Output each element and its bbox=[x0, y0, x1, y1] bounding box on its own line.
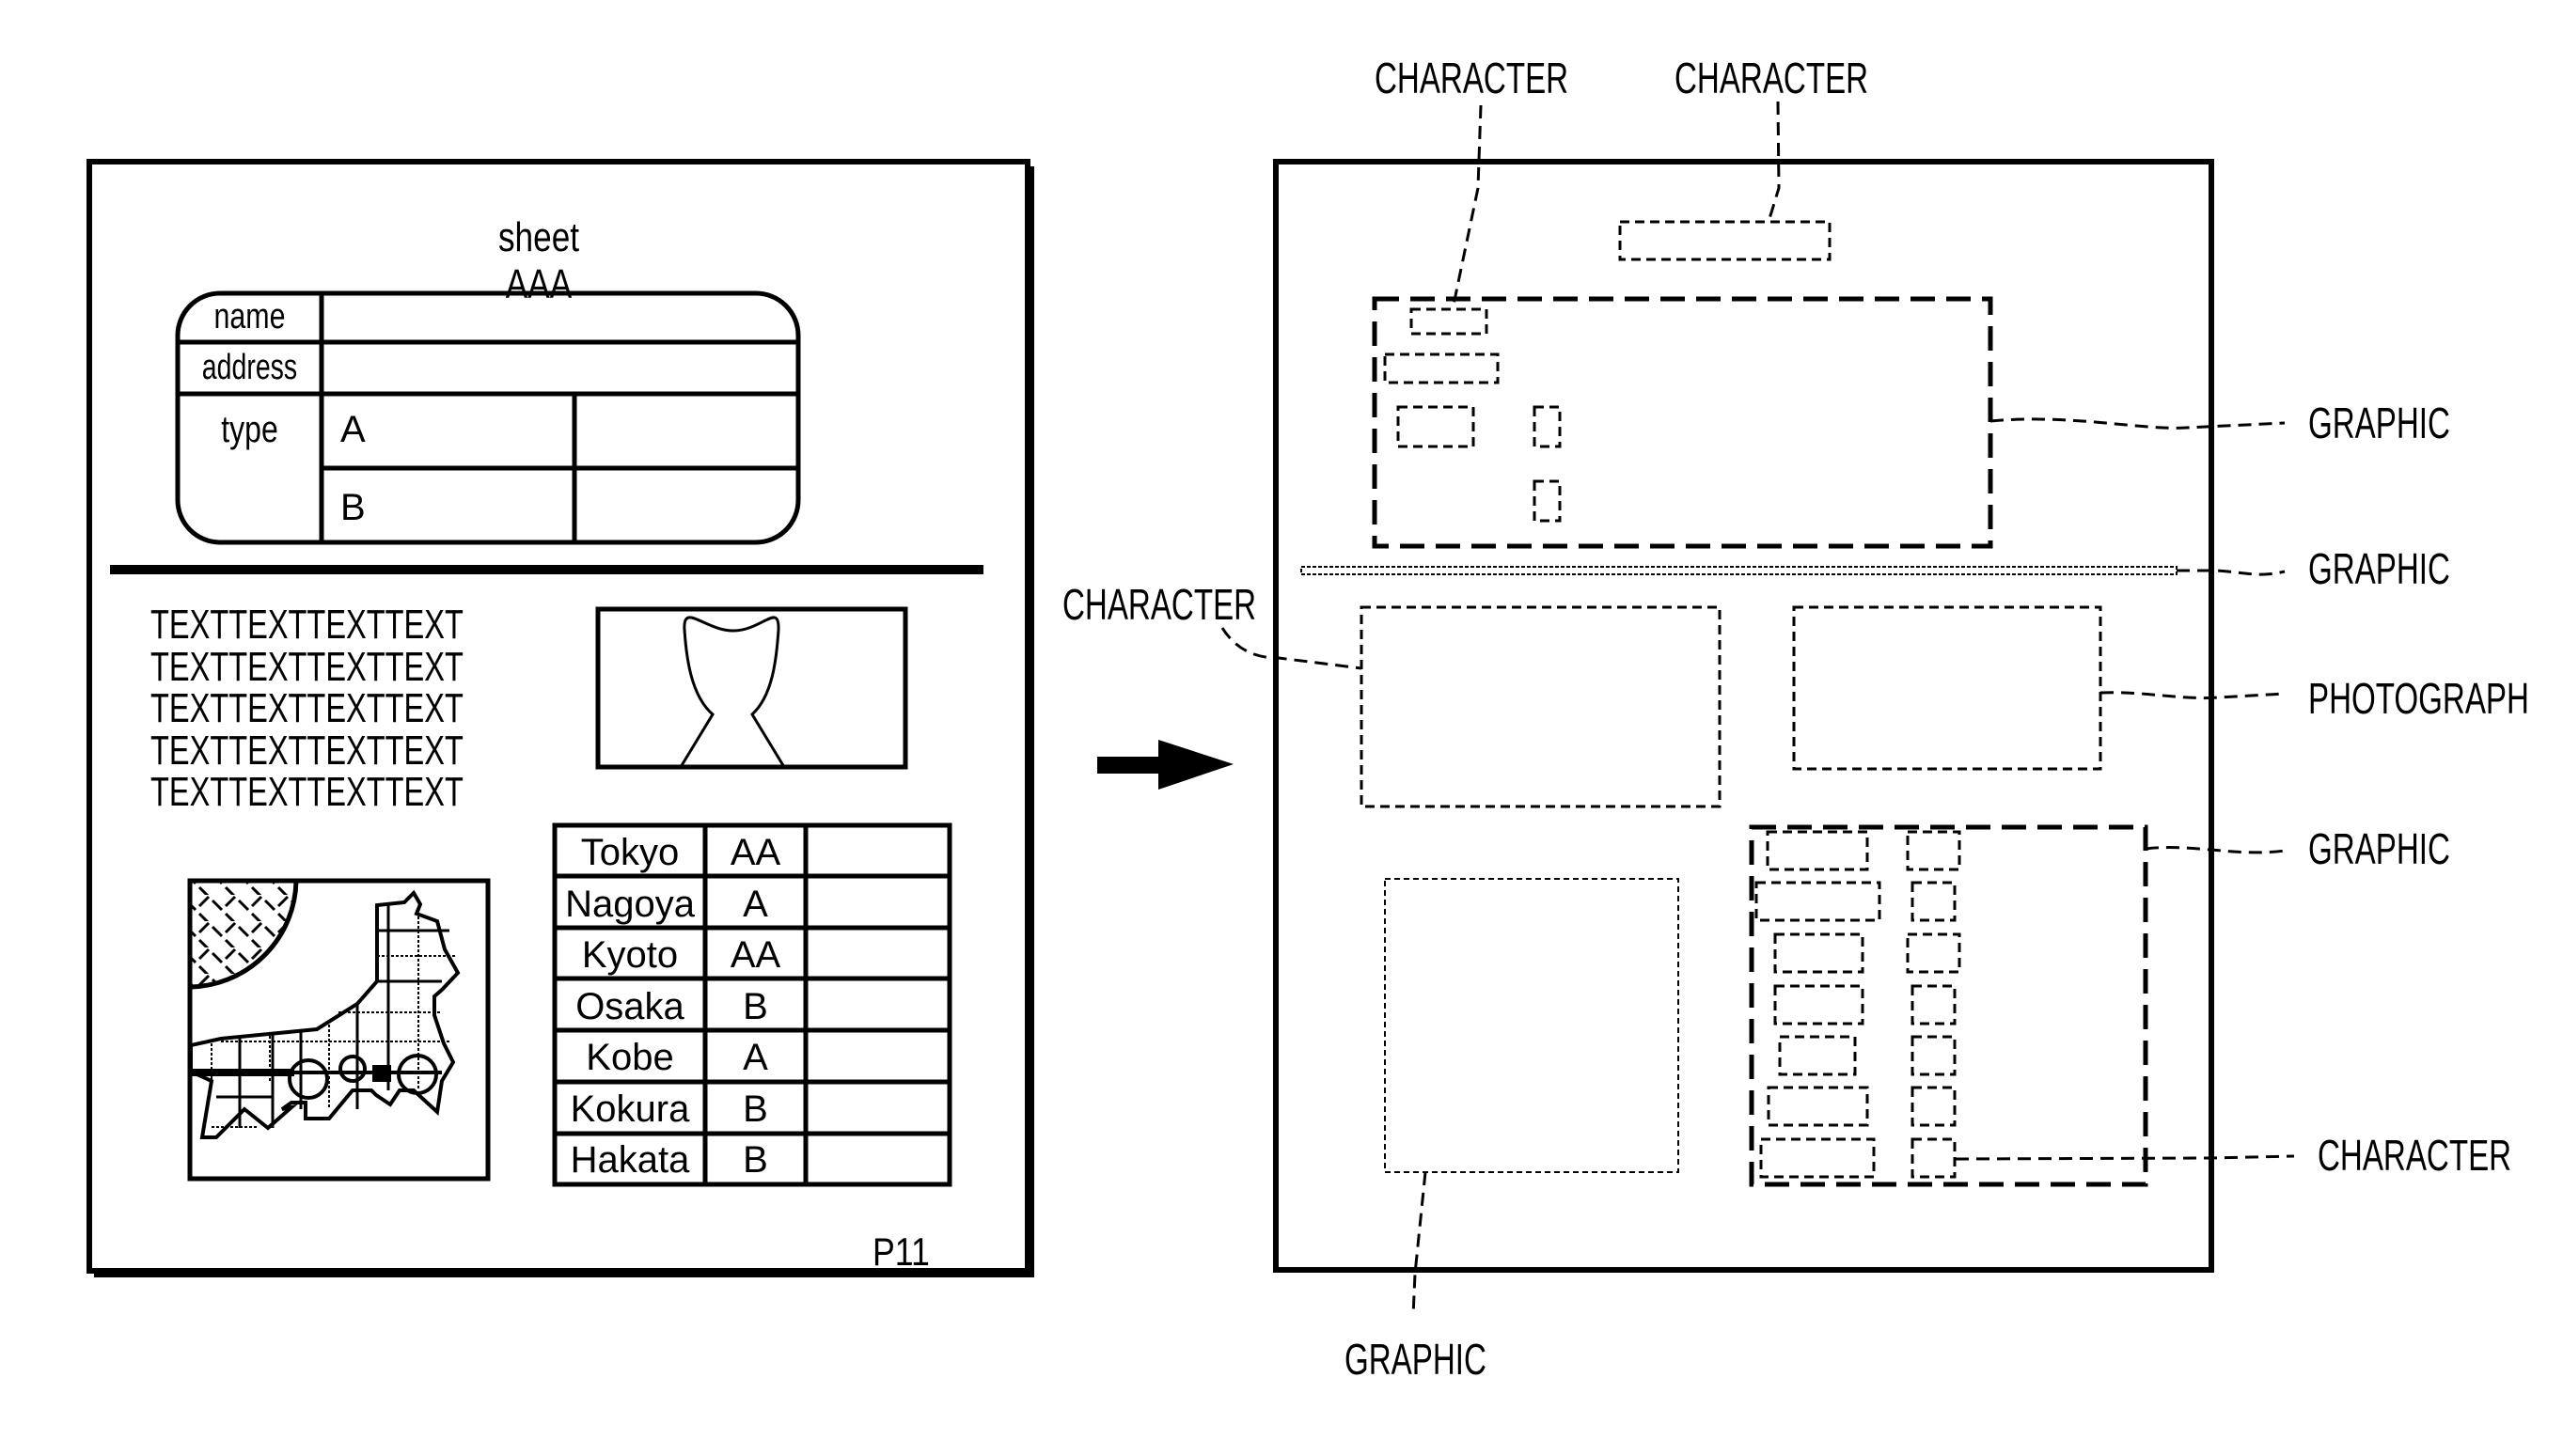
label-graphic-divider: GRAPHIC bbox=[2308, 544, 2450, 593]
city-table: Tokyo AA Nagoya A Kyoto AA Osaka B Kobe A Kokura B H… bbox=[555, 825, 950, 1184]
grade-cell: A bbox=[743, 883, 768, 925]
label-character-text: CHARACTER bbox=[1062, 580, 1257, 629]
label-graphic-form: GRAPHIC bbox=[2308, 399, 2450, 447]
city-cell: Osaka bbox=[575, 985, 684, 1027]
sheet-title: sheet AAA bbox=[497, 214, 580, 307]
label-character-top-right: CHARACTER bbox=[1675, 54, 1869, 102]
city-cell: Kobe bbox=[586, 1037, 674, 1079]
grade-cell: AA bbox=[730, 934, 781, 977]
city-cell: Kokura bbox=[570, 1088, 690, 1130]
label-graphic-table: GRAPHIC bbox=[2308, 824, 2450, 873]
grade-cell: B bbox=[743, 1139, 768, 1182]
grade-cell: B bbox=[743, 1088, 768, 1130]
city-cell: Tokyo bbox=[580, 832, 680, 873]
text-line: TEXTTEXTTEXTTEXT bbox=[150, 769, 464, 815]
text-line: TEXTTEXTTEXTTEXT bbox=[150, 602, 464, 648]
right-arrow-icon bbox=[1097, 740, 1234, 790]
page-number: P11 bbox=[873, 1229, 930, 1274]
grade-cell: A bbox=[743, 1037, 768, 1079]
form-option-a: A bbox=[340, 409, 366, 450]
form-label-name: name bbox=[213, 297, 286, 337]
city-cell: Kyoto bbox=[581, 934, 679, 977]
grade-cell: AA bbox=[730, 832, 781, 873]
text-block: TEXTTEXTTEXTTEXT TEXTTEXTTEXTTEXT TEXTTE… bbox=[150, 602, 574, 815]
form-label-address: address bbox=[201, 348, 298, 387]
text-line: TEXTTEXTTEXTTEXT bbox=[150, 685, 464, 731]
railway-line bbox=[191, 1069, 294, 1076]
text-line: TEXTTEXTTEXTTEXT bbox=[150, 727, 464, 774]
photo-frame bbox=[595, 606, 908, 770]
city-cell: Hakata bbox=[570, 1139, 690, 1182]
grade-cell: B bbox=[743, 985, 768, 1027]
label-graphic-map: GRAPHIC bbox=[1344, 1335, 1486, 1384]
label-character-top-left: CHARACTER bbox=[1375, 54, 1569, 102]
label-photograph: PHOTOGRAPH bbox=[2308, 674, 2529, 723]
label-character-cell: CHARACTER bbox=[2318, 1131, 2512, 1180]
section-divider bbox=[110, 565, 983, 574]
form-label-type: type bbox=[221, 409, 278, 450]
text-line: TEXTTEXTTEXTTEXT bbox=[150, 643, 464, 690]
form-option-b: B bbox=[340, 487, 366, 528]
city-cell: Nagoya bbox=[565, 883, 695, 925]
analysis-page-frame bbox=[1273, 159, 2214, 1273]
